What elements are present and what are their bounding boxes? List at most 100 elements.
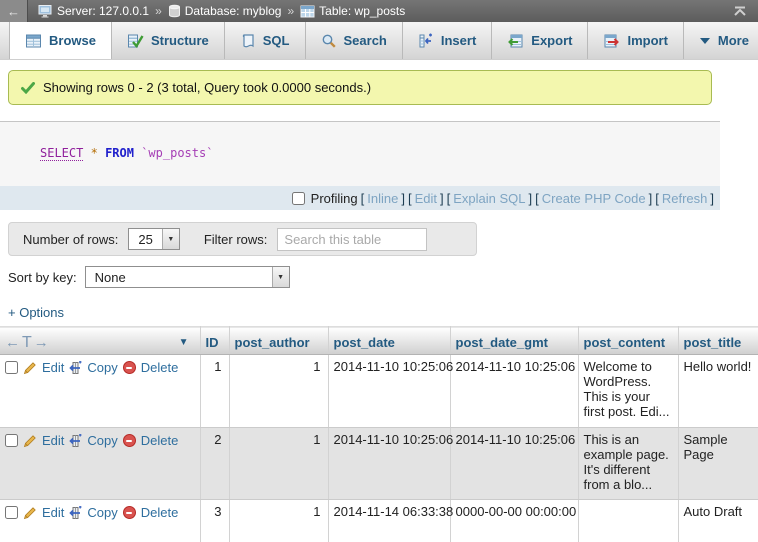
pencil-icon [23,434,37,448]
delete-icon [123,506,136,519]
column-header-post-content[interactable]: post_content [578,327,678,355]
cell-post-title: Hello world! [678,355,758,428]
column-nav-tee-icon[interactable]: T [22,334,32,352]
tab-structure[interactable]: Structure [112,22,225,59]
chevron-down-icon [699,36,711,46]
tab-insert[interactable]: Insert [403,22,492,59]
sort-indicator-icon[interactable]: ▼ [179,337,189,348]
create-php-code-link[interactable]: Create PHP Code [542,191,646,206]
database-icon [168,4,181,18]
edit-row-link[interactable]: Edit [42,505,64,520]
phpmyadmin-window: ← Server: 127.0.0.1 » Database: myblog » [0,0,758,542]
cell-post-date: 2014-11-10 10:25:06 [328,355,450,428]
tab-import[interactable]: Import [588,22,683,59]
breadcrumb-server[interactable]: Server: 127.0.0.1 [38,4,149,18]
column-header-post-author[interactable]: post_author [229,327,328,355]
cell-post-title: Auto Draft [678,500,758,542]
cell-post-date-gmt: 0000-00-00 00:00:00 [450,500,578,542]
tab-sql[interactable]: SQL [225,22,306,59]
copy-row-link[interactable]: Copy [87,505,117,520]
tab-export-label: Export [531,33,572,48]
tab-sql-label: SQL [263,33,290,48]
number-of-rows-select[interactable]: 25 ▼ [128,228,179,250]
breadcrumb-table[interactable]: Table: wp_posts [300,4,405,18]
table-row: Edit Copy Delete 2 1 2014-11-10 10:25:06… [0,428,758,500]
cell-post-date-gmt: 2014-11-10 10:25:06 [450,355,578,428]
import-icon [603,33,620,49]
delete-row-link[interactable]: Delete [141,433,179,448]
sql-star: * [91,146,98,160]
pencil-icon [23,361,37,375]
delete-icon [123,361,136,374]
bracket: [ [655,191,659,206]
breadcrumb-database-label: Database: myblog [185,4,282,18]
profiling-checkbox[interactable] [292,192,305,205]
edit-row-link[interactable]: Edit [42,433,64,448]
tab-browse-label: Browse [49,33,96,48]
explain-sql-link[interactable]: Explain SQL [453,191,525,206]
breadcrumb-table-label: Table: wp_posts [319,4,405,18]
bracket: [ [408,191,412,206]
copy-icon [69,361,82,375]
query-toolbar: Profiling [ Inline ] [ Edit ] [ Explain … [0,186,720,210]
status-message-text: Showing rows 0 - 2 (3 total, Query took … [43,80,371,95]
sort-by-key-select[interactable]: None ▼ [85,266,290,288]
edit-query-link[interactable]: Edit [415,191,437,206]
collapse-icon[interactable] [722,6,758,17]
cell-post-date: 2014-11-14 06:33:38 [328,500,450,542]
inline-link[interactable]: Inline [367,191,398,206]
refresh-link[interactable]: Refresh [662,191,708,206]
cell-post-content [578,500,678,542]
bracket: ] [401,191,405,206]
cell-post-author: 1 [229,500,328,542]
bracket: [ [447,191,451,206]
column-nav-right-icon[interactable]: → [34,334,49,351]
breadcrumb-server-label: Server: 127.0.0.1 [57,4,149,18]
breadcrumb-database[interactable]: Database: myblog [168,4,282,18]
sql-query-panel: SELECT * FROM `wp_posts` [0,122,720,186]
cell-post-title: Sample Page [678,428,758,500]
tab-search-label: Search [344,33,387,48]
back-arrow-icon[interactable]: ← [0,0,28,22]
tab-export[interactable]: Export [492,22,588,59]
results-table: ← T → ▼ ID post_author post_date post_da… [0,326,758,542]
select-arrow-icon: ▼ [272,267,289,287]
tab-browse[interactable]: Browse [9,22,112,59]
table-icon [300,5,315,18]
row-checkbox[interactable] [5,361,18,374]
sort-controls: Sort by key: None ▼ [8,266,758,288]
sort-by-key-label: Sort by key: [8,270,77,285]
select-arrow-icon: ▼ [162,229,179,249]
server-icon [38,4,53,18]
delete-row-link[interactable]: Delete [141,505,179,520]
insert-icon [418,33,434,49]
column-header-post-date[interactable]: post_date [328,327,450,355]
edit-row-link[interactable]: Edit [42,360,64,375]
breadcrumb: ← Server: 127.0.0.1 » Database: myblog » [0,0,758,22]
options-toggle-link[interactable]: + Options [8,305,64,320]
filter-rows-label: Filter rows: [204,232,268,247]
copy-row-link[interactable]: Copy [87,433,117,448]
filter-rows-input[interactable] [277,228,427,251]
delete-icon [123,434,136,447]
tab-more[interactable]: More [684,22,758,59]
column-header-id[interactable]: ID [200,327,229,355]
delete-row-link[interactable]: Delete [141,360,179,375]
pencil-icon [23,506,37,520]
tab-insert-label: Insert [441,33,476,48]
copy-row-link[interactable]: Copy [87,360,117,375]
cell-id: 3 [200,500,229,542]
cell-post-author: 1 [229,428,328,500]
tab-search[interactable]: Search [306,22,403,59]
search-icon [321,33,337,49]
column-header-post-date-gmt[interactable]: post_date_gmt [450,327,578,355]
row-checkbox[interactable] [5,434,18,447]
row-checkbox[interactable] [5,506,18,519]
column-nav-left-icon[interactable]: ← [5,334,20,351]
sql-keyword-select[interactable]: SELECT [40,146,83,161]
column-header-post-title[interactable]: post_title [678,327,758,355]
number-of-rows-label: Number of rows: [23,232,118,247]
cell-post-author: 1 [229,355,328,428]
bracket: [ [361,191,365,206]
breadcrumb-separator: » [286,4,295,18]
